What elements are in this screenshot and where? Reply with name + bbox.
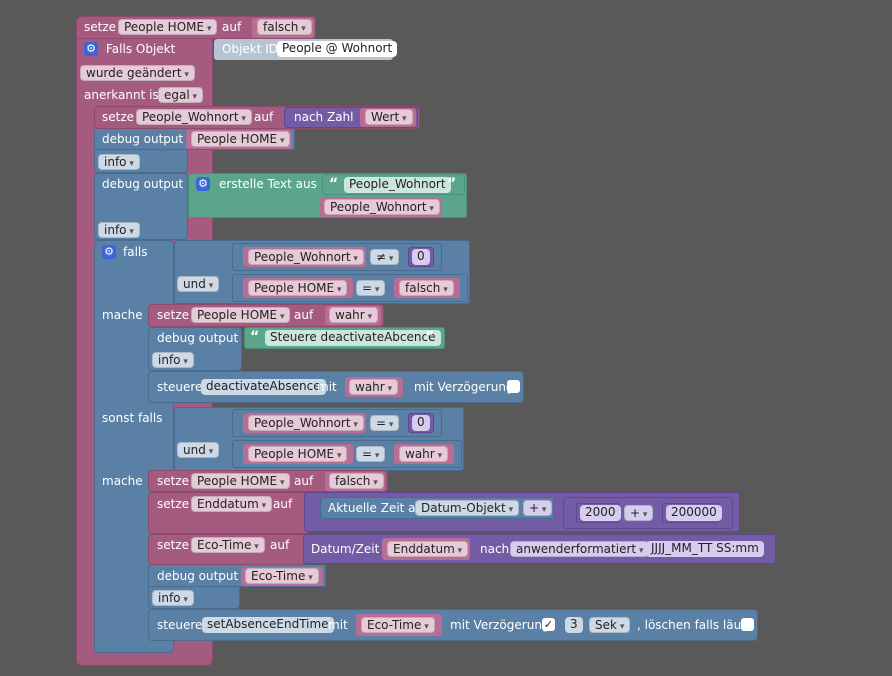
debug-label: debug output xyxy=(157,331,239,345)
bool-select[interactable]: falsch xyxy=(399,280,454,296)
checkbox-icon[interactable] xyxy=(507,380,520,393)
checkbox-icon[interactable] xyxy=(741,618,754,631)
compare-var-select[interactable]: People HOME xyxy=(248,280,348,296)
nach-label: nach xyxy=(480,542,510,556)
mache-label: mache xyxy=(102,308,143,322)
value-select[interactable]: Eco-Time xyxy=(361,617,435,633)
log-level-select[interactable]: info xyxy=(98,222,140,238)
debug-label: debug output xyxy=(102,132,184,146)
gear-icon[interactable]: ⚙ xyxy=(84,42,98,56)
setze-label: setze xyxy=(102,110,135,124)
nach-zahl-label: nach Zahl xyxy=(294,110,354,124)
steuere-label: steuere xyxy=(157,618,203,632)
debug-value-select[interactable]: Eco-Time xyxy=(245,568,319,584)
anerkannt-select[interactable]: egal xyxy=(158,87,204,103)
var-select[interactable]: Eco-Time xyxy=(191,537,265,553)
bool-select[interactable]: wahr xyxy=(399,446,449,462)
auf-label: auf xyxy=(222,20,242,34)
logic-op-select[interactable]: und xyxy=(177,276,220,292)
operator-select[interactable]: = xyxy=(370,415,400,431)
bool-select[interactable]: falsch xyxy=(257,19,312,35)
math-op-select[interactable]: + xyxy=(624,505,654,521)
compare-var-select[interactable]: People_Wohnort xyxy=(248,249,364,265)
number-field[interactable]: 0 xyxy=(412,249,430,265)
falls-objekt-label: Falls Objekt xyxy=(106,42,176,56)
number-field[interactable]: 0 xyxy=(412,415,430,431)
setze-label: setze xyxy=(157,474,190,488)
setze-label: setze xyxy=(157,497,190,511)
var-select[interactable]: People HOME xyxy=(191,307,291,323)
object-id-field[interactable]: People @ Wohnort xyxy=(277,41,398,57)
auf-label: auf xyxy=(254,110,274,124)
operator-select[interactable]: = xyxy=(356,446,386,462)
debug-label: debug output xyxy=(102,177,184,191)
date-var-select[interactable]: Enddatum xyxy=(387,541,469,557)
setze-label: setze xyxy=(157,538,190,552)
compare-var-select[interactable]: People_Wohnort xyxy=(248,415,364,431)
gear-icon[interactable]: ⚙ xyxy=(196,177,210,191)
checkbox-icon[interactable]: ✓ xyxy=(542,618,555,631)
bool-select[interactable]: wahr xyxy=(349,379,399,395)
math-op-select[interactable]: + xyxy=(523,500,553,516)
number-field[interactable]: 2000 xyxy=(580,505,621,521)
objekt-id-label: Objekt ID xyxy=(222,42,279,56)
mit-label: mit xyxy=(328,618,348,632)
wurde-select[interactable]: wurde geändert xyxy=(80,65,195,81)
mit-label: mit xyxy=(317,380,337,394)
format-select[interactable]: anwenderformatiert xyxy=(510,541,650,557)
setze-label: setze xyxy=(84,20,117,34)
target-field[interactable]: deactivateAbsence xyxy=(201,379,326,395)
quote-icon: “ xyxy=(329,176,339,192)
steuere-label: steuere xyxy=(157,380,203,394)
debug-value-select[interactable]: People HOME xyxy=(191,131,291,147)
text-var-select[interactable]: People_Wohnort xyxy=(324,199,440,215)
bool-select[interactable]: falsch xyxy=(329,473,384,489)
var-select[interactable]: People HOME xyxy=(191,473,291,489)
debug-label: debug output xyxy=(157,569,239,583)
bool-select[interactable]: wahr xyxy=(329,307,379,323)
number-field[interactable]: 200000 xyxy=(666,505,722,521)
auf-label: auf xyxy=(294,474,314,488)
operator-select[interactable]: ≠ xyxy=(370,249,400,265)
create-text-label: erstelle Text aus xyxy=(219,177,317,191)
anerkannt-label: anerkannt ist xyxy=(84,88,164,102)
text-literal-field[interactable]: Steuere deactivateAbcence xyxy=(265,330,441,346)
setze-label: setze xyxy=(157,308,190,322)
clear-label: , löschen falls läuft xyxy=(637,618,750,632)
quote-icon: “ xyxy=(250,329,260,345)
quote-icon: ” xyxy=(447,176,457,192)
text-literal-field[interactable]: People_Wohnort xyxy=(344,177,451,193)
var-select[interactable]: People HOME xyxy=(118,19,218,35)
auf-label: auf xyxy=(270,538,290,552)
quote-icon: ” xyxy=(425,329,435,345)
var-select[interactable]: People_Wohnort xyxy=(136,109,252,125)
delay-label: mit Verzögerung xyxy=(414,380,514,394)
log-level-select[interactable]: info xyxy=(98,154,140,170)
sonst-falls-label: sonst falls xyxy=(102,411,163,425)
compare-var-select[interactable]: People HOME xyxy=(248,446,348,462)
logic-op-select[interactable]: und xyxy=(177,442,220,458)
delay-field[interactable]: 3 xyxy=(565,617,583,633)
target-field[interactable]: setAbsenceEndTime xyxy=(202,617,334,633)
falls-label: falls xyxy=(123,245,148,259)
mache-label: mache xyxy=(102,474,143,488)
delay-label: mit Verzögerung xyxy=(450,618,550,632)
auf-label: auf xyxy=(294,308,314,322)
wert-select[interactable]: Wert xyxy=(365,109,413,125)
unit-select[interactable]: Sek xyxy=(589,617,631,633)
pattern-field[interactable]: JJJJ_MM_TT SS:mm xyxy=(646,541,764,557)
log-level-select[interactable]: info xyxy=(152,590,194,606)
log-level-select[interactable]: info xyxy=(152,352,194,368)
var-select[interactable]: Enddatum xyxy=(191,496,273,512)
time-format-select[interactable]: Datum-Objekt xyxy=(415,500,520,516)
auf-label: auf xyxy=(273,497,293,511)
datetime-label: Datum/Zeit xyxy=(311,542,380,556)
operator-select[interactable]: = xyxy=(356,280,386,296)
current-time-label: Aktuelle Zeit als xyxy=(328,501,426,515)
gear-icon[interactable]: ⚙ xyxy=(102,245,116,259)
